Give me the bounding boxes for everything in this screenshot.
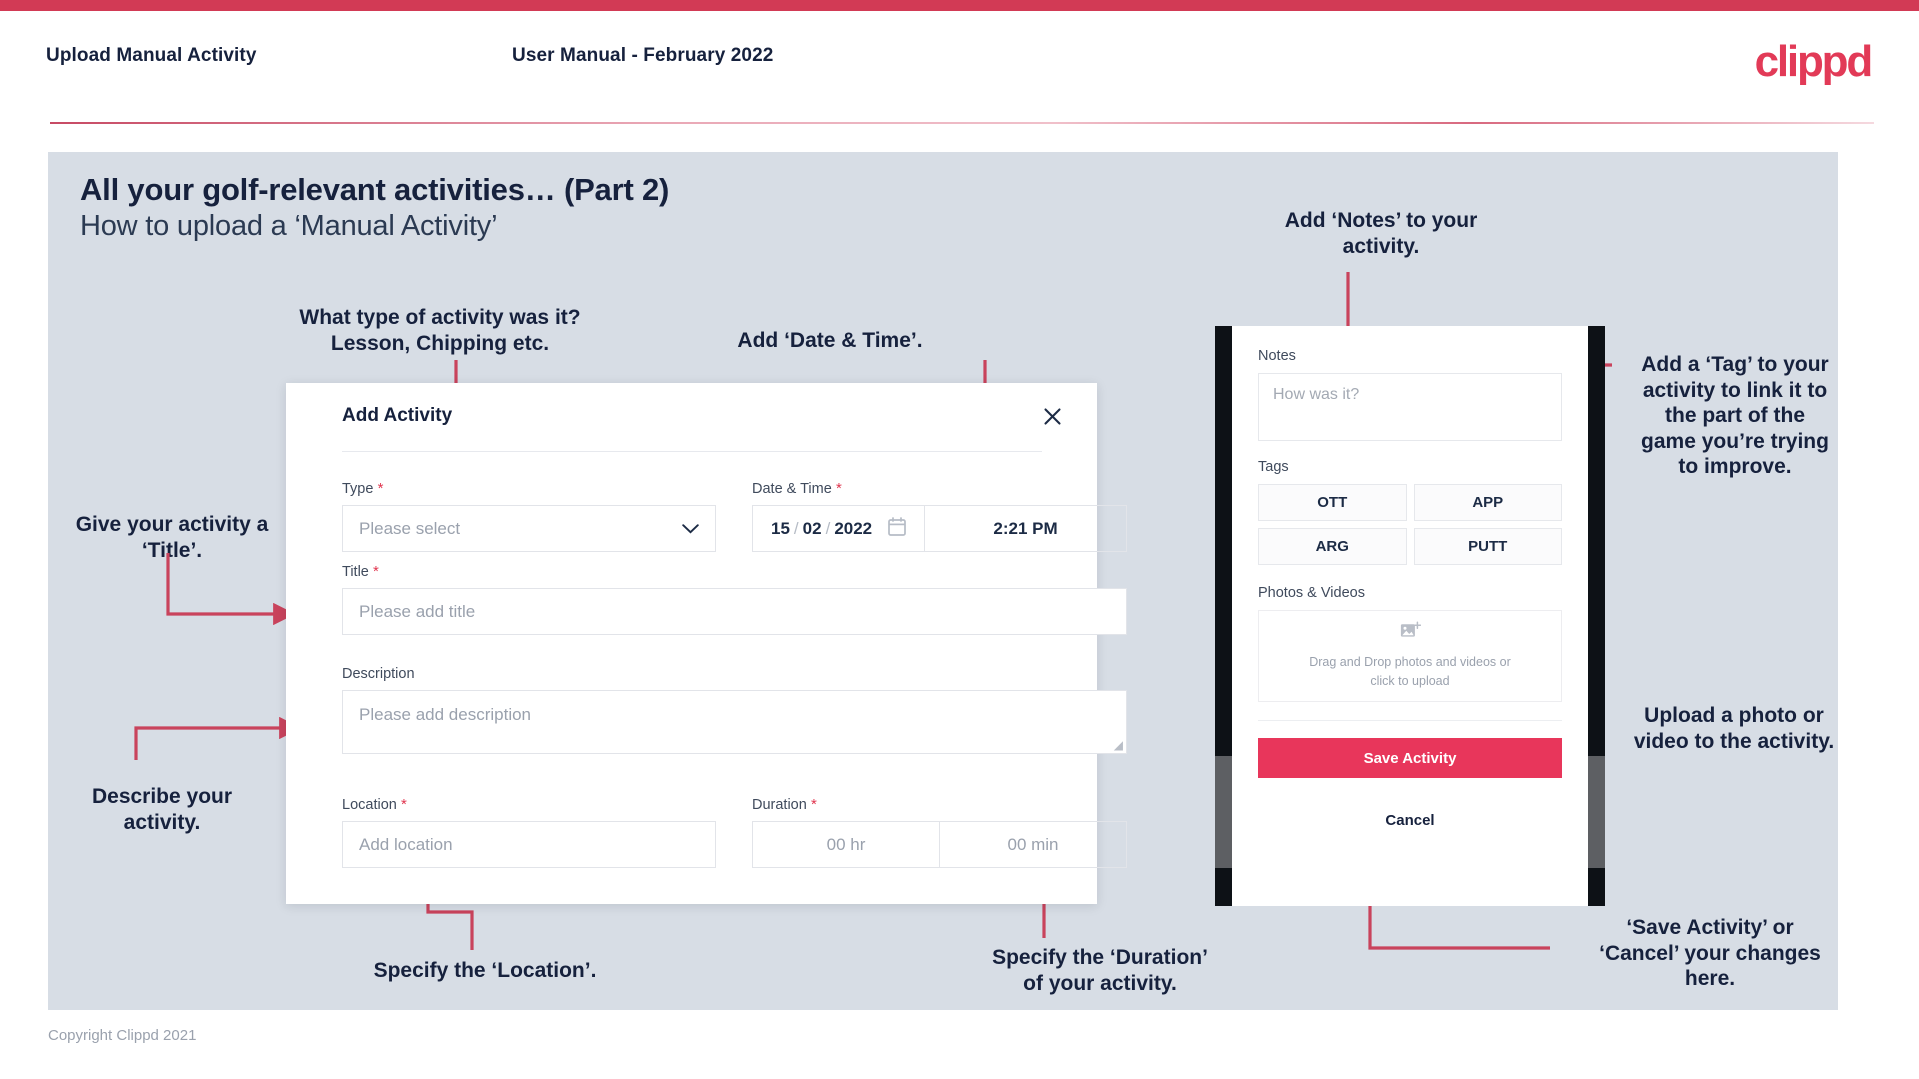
required-asterisk: *	[831, 480, 842, 497]
add-activity-dialog: Add Activity Type * Please select Date &…	[286, 383, 1127, 904]
required-asterisk: *	[396, 796, 407, 813]
description-placeholder: Please add description	[359, 705, 532, 724]
footer-copyright: Copyright Clippd 2021	[48, 1027, 197, 1044]
chevron-down-icon	[682, 519, 699, 539]
tag-button-putt[interactable]: PUTT	[1413, 528, 1562, 565]
slide-subheading: How to upload a ‘Manual Activity’	[80, 210, 498, 242]
date-input[interactable]: 15/02/2022	[753, 506, 924, 551]
tags-label: Tags	[1258, 459, 1289, 475]
field-group-duration: Duration * 00 hr 00 min	[752, 796, 1127, 868]
required-asterisk: *	[368, 563, 379, 580]
notes-textarea[interactable]: How was it?	[1258, 373, 1562, 441]
date-day: 15	[771, 518, 790, 538]
description-textarea[interactable]: Please add description ◢	[342, 690, 1127, 754]
duration-label: Duration *	[752, 796, 1127, 813]
dialog-divider	[342, 451, 1042, 452]
slide-page: Upload Manual Activity User Manual - Feb…	[0, 0, 1919, 1079]
tag-button-app[interactable]: APP	[1413, 484, 1562, 521]
type-select[interactable]: Please select	[342, 505, 716, 552]
datetime-label-text: Date & Time	[752, 481, 832, 497]
location-placeholder: Add location	[359, 834, 453, 854]
field-group-description: Description Please add description ◢	[342, 666, 1127, 754]
location-label: Location *	[342, 796, 716, 813]
cancel-button[interactable]: Cancel	[1258, 812, 1562, 829]
duration-hours-input[interactable]: 00 hr	[753, 822, 939, 867]
resize-handle-icon[interactable]: ◢	[1114, 739, 1123, 751]
annotation-duration: Specify the ‘Duration’ of your activity.	[992, 946, 1208, 995]
title-label-text: Title	[342, 564, 369, 580]
dialog-title: Add Activity	[342, 405, 453, 426]
photos-videos-label: Photos & Videos	[1258, 585, 1365, 601]
save-activity-button[interactable]: Save Activity	[1258, 738, 1562, 778]
dialog-header: Add Activity	[286, 383, 1097, 452]
notes-label: Notes	[1258, 348, 1296, 364]
photo-dropzone[interactable]: Drag and Drop photos and videos or click…	[1258, 610, 1562, 702]
tags-grid: OTT APP ARG PUTT	[1258, 484, 1562, 565]
field-group-title: Title * Please add title	[342, 563, 1127, 635]
location-label-text: Location	[342, 797, 397, 813]
required-asterisk: *	[806, 796, 817, 813]
notes-placeholder: How was it?	[1273, 386, 1360, 403]
type-placeholder: Please select	[359, 518, 461, 538]
annotation-location: Specify the ‘Location’.	[373, 959, 597, 982]
phone-scroll-indicator-left	[1215, 756, 1232, 868]
time-input[interactable]: 2:21 PM	[925, 506, 1126, 551]
annotation-tags: Add a ‘Tag’ to your activity to link it t…	[1641, 353, 1829, 479]
field-group-datetime: Date & Time * 15/02/2022 2:21 PM	[752, 480, 1127, 552]
tag-button-ott[interactable]: OTT	[1258, 484, 1407, 521]
type-label-text: Type	[342, 481, 374, 497]
annotation-datetime: Add ‘Date & Time’.	[737, 329, 923, 352]
title-input[interactable]: Please add title	[342, 588, 1127, 635]
description-label: Description	[342, 666, 415, 682]
field-group-location: Location * Add location	[342, 796, 716, 868]
clippd-logo: clippd	[1754, 37, 1874, 86]
type-label: Type *	[342, 480, 716, 497]
annotation-description: Describe your activity.	[91, 785, 233, 834]
annotation-save: ‘Save Activity’ or ‘Cancel’ your changes h…	[1599, 916, 1821, 991]
dropzone-hint: Drag and Drop photos and videos or click…	[1309, 653, 1511, 691]
slide-heading: All your golf-relevant activities… (Part…	[80, 172, 670, 207]
phone-screen: Notes How was it? Tags OTT APP ARG PUTT …	[1232, 326, 1588, 906]
document-subtitle: User Manual - February 2022	[512, 45, 774, 66]
add-image-icon	[1400, 621, 1421, 645]
calendar-icon[interactable]	[888, 516, 906, 541]
required-asterisk: *	[373, 480, 384, 497]
date-month: 02	[802, 518, 822, 538]
location-input[interactable]: Add location	[342, 821, 716, 868]
duration-label-text: Duration	[752, 797, 807, 813]
close-icon[interactable]	[1035, 399, 1069, 433]
duration-control: 00 hr 00 min	[752, 821, 1127, 868]
annotation-title: Give your activity a ‘Title’.	[75, 513, 269, 562]
header-divider	[50, 122, 1874, 124]
dropzone-hint-line2: click to upload	[1370, 674, 1450, 688]
dropzone-hint-line1: Drag and Drop photos and videos or	[1309, 655, 1511, 670]
duration-minutes-input[interactable]: 00 min	[940, 822, 1126, 867]
date-separator-2: /	[825, 518, 831, 538]
phone-scroll-indicator-right	[1588, 756, 1605, 868]
datetime-label: Date & Time *	[752, 480, 1127, 497]
phone-mockup: Notes How was it? Tags OTT APP ARG PUTT …	[1215, 326, 1605, 906]
annotation-upload: Upload a photo or video to the activity.	[1633, 704, 1835, 753]
tag-button-arg[interactable]: ARG	[1258, 528, 1407, 565]
page-title: Upload Manual Activity	[46, 45, 257, 66]
phone-divider	[1258, 720, 1562, 721]
top-accent-bar	[0, 0, 1919, 11]
annotation-notes: Add ‘Notes’ to your activity.	[1284, 209, 1478, 258]
title-placeholder: Please add title	[359, 601, 476, 621]
datetime-control: 15/02/2022 2:21 PM	[752, 505, 1127, 552]
annotation-type: What type of activity was it? Lesson, Chi…	[299, 306, 581, 355]
title-label: Title *	[342, 563, 1127, 580]
date-separator: /	[793, 518, 799, 538]
date-year: 2022	[834, 518, 873, 538]
field-group-type: Type * Please select	[342, 480, 716, 552]
